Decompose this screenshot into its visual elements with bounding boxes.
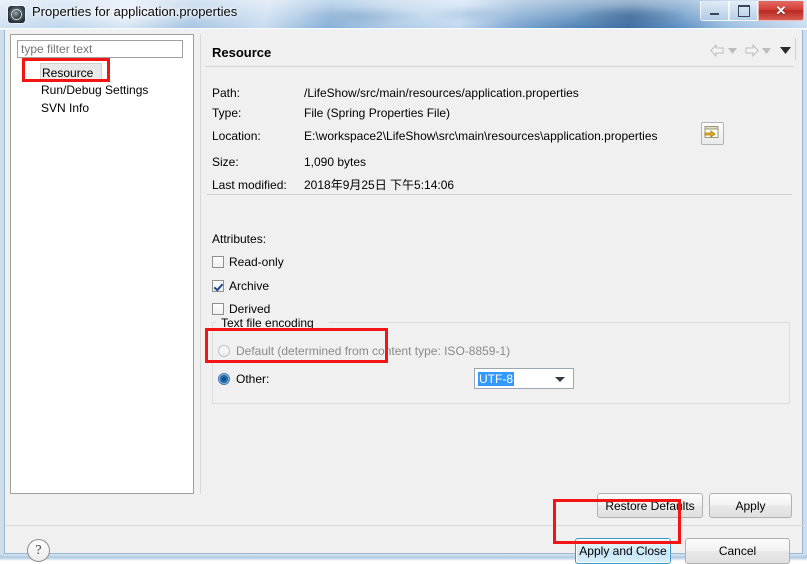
field-path-label: Path: [212, 86, 241, 100]
field-path: Path: /LifeShow/src/main/resources/applic… [212, 86, 579, 100]
radio-default-encoding-label: Default (determined from content type: I… [236, 344, 511, 358]
open-external-folder-icon[interactable] [701, 122, 724, 145]
field-size-value: 1,090 bytes [304, 155, 367, 169]
checkbox-read-only-label: Read-only [229, 255, 284, 269]
settings-tree-pane: Resource Run/Debug Settings SVN Info [10, 34, 194, 494]
apply-and-close-button[interactable]: Apply and Close [575, 538, 671, 564]
field-location-label: Location: [212, 129, 261, 143]
encoding-combobox[interactable]: UTF-8 [474, 368, 574, 389]
sidebar-item-svn-info[interactable]: SVN Info [11, 99, 193, 117]
checkbox-derived-label: Derived [229, 302, 271, 316]
checkbox-derived-box[interactable] [212, 303, 224, 315]
sidebar-item-resource[interactable]: Resource [40, 63, 103, 81]
group-border-left [212, 322, 216, 323]
radio-other-encoding-dot[interactable] [218, 373, 230, 385]
back-dropdown-icon[interactable] [728, 47, 737, 54]
checkbox-derived[interactable]: Derived [212, 302, 270, 316]
sidebar-item-run-debug-settings[interactable]: Run/Debug Settings [11, 81, 193, 99]
dialog-client-area: Resource Run/Debug Settings SVN Info Res… [4, 30, 803, 564]
field-type: Type: File (Spring Properties File) [212, 106, 450, 120]
maximize-icon [730, 1, 757, 20]
text-file-encoding-title: Text file encoding [218, 316, 317, 330]
question-mark-icon[interactable]: ? [27, 539, 50, 562]
filter-input[interactable] [17, 40, 183, 58]
checkbox-read-only-box[interactable] [212, 256, 224, 268]
properties-dialog-window: Properties for application.properties ✕ … [0, 0, 807, 564]
minimize-button[interactable] [700, 1, 729, 21]
radio-default-encoding-dot[interactable] [218, 345, 230, 357]
field-last-modified-label: Last modified: [212, 178, 287, 192]
dialog-panes: Resource Run/Debug Settings SVN Info Res… [10, 34, 797, 518]
field-size-label: Size: [212, 155, 239, 169]
tree-row-resource: Resource [11, 63, 193, 81]
settings-tree: Resource Run/Debug Settings SVN Info [11, 63, 193, 117]
field-size: Size: 1,090 bytes [212, 155, 366, 169]
page-navigation [710, 44, 791, 57]
gear-icon [8, 6, 25, 23]
group-border-right [329, 322, 790, 323]
chevron-down-icon[interactable] [555, 377, 565, 382]
footer-separator [6, 525, 803, 526]
field-type-value: File (Spring Properties File) [304, 106, 451, 120]
field-location-value: E:\workspace2\LifeShow\src\main\resource… [304, 129, 658, 143]
apply-button[interactable]: Apply [709, 493, 792, 518]
radio-other-encoding[interactable]: Other: [218, 372, 269, 386]
encoding-combobox-value: UTF-8 [478, 372, 514, 386]
maximize-button[interactable] [729, 1, 758, 21]
window-title: Properties for application.properties [32, 4, 238, 19]
window-border-right [803, 30, 807, 557]
close-button[interactable]: ✕ [758, 1, 804, 21]
page-title-separator [205, 66, 794, 67]
page-nav-separator [795, 38, 796, 60]
text-file-encoding-group [212, 322, 790, 404]
field-last-modified-value: 2018年9月25日 下午5:14:06 [304, 178, 455, 192]
minimize-icon [701, 1, 728, 20]
section-separator [207, 194, 792, 195]
forward-arrow-icon[interactable] [744, 44, 759, 57]
restore-defaults-button[interactable]: Restore Defaults [597, 493, 703, 518]
cancel-button[interactable]: Cancel [685, 538, 790, 564]
radio-default-encoding[interactable]: Default (determined from content type: I… [218, 344, 510, 358]
caption-buttons: ✕ [700, 1, 804, 22]
checkbox-archive-label: Archive [229, 279, 270, 293]
checkbox-archive[interactable]: Archive [212, 279, 269, 293]
checkbox-read-only[interactable]: Read-only [212, 255, 284, 269]
checkbox-archive-box[interactable] [212, 280, 224, 292]
close-icon: ✕ [775, 2, 787, 18]
page-title: Resource [212, 45, 272, 60]
field-last-modified: Last modified: 2018年9月25日 下午5:14:06 [212, 176, 454, 193]
field-path-value: /LifeShow/src/main/resources/application… [304, 86, 579, 100]
field-location: Location: E:\workspace2\LifeShow\src\main… [212, 129, 658, 143]
back-arrow-icon[interactable] [710, 44, 725, 57]
forward-dropdown-icon[interactable] [762, 47, 771, 54]
radio-other-encoding-label: Other: [236, 372, 270, 386]
field-type-label: Type: [212, 106, 242, 120]
page-menu-icon[interactable] [780, 47, 791, 54]
resource-page: Resource Path: /LifeShow/src/main/resour… [200, 34, 797, 518]
attributes-label: Attributes: [212, 232, 267, 246]
